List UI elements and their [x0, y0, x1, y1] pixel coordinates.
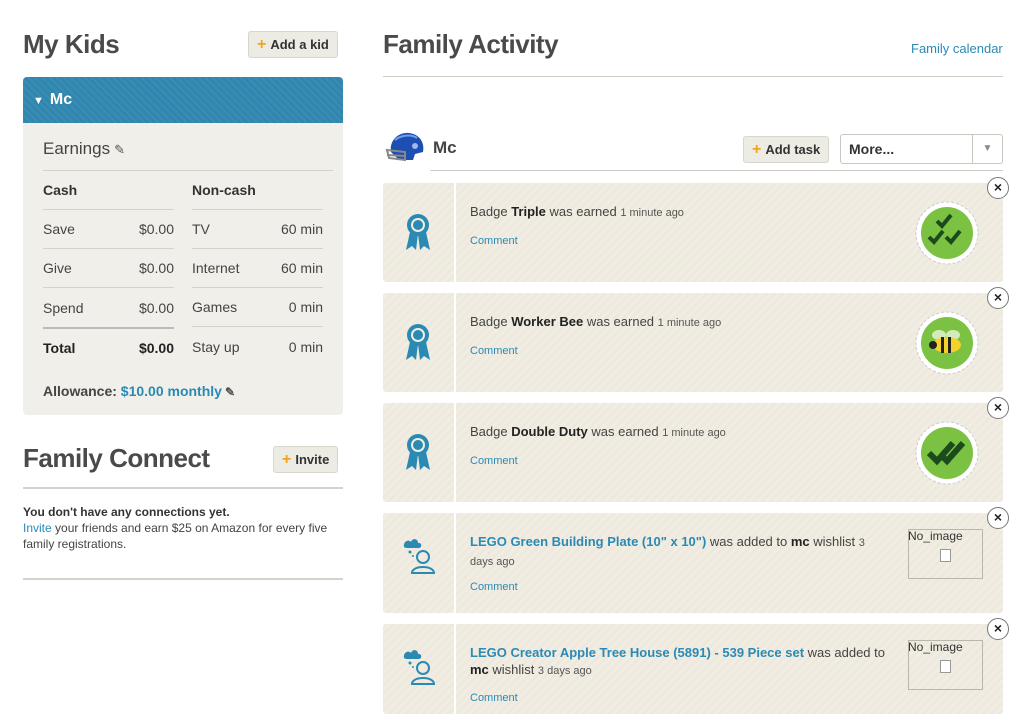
- comment-link[interactable]: Comment: [470, 455, 518, 467]
- triangle-down-icon: ▼: [33, 95, 44, 107]
- comment-link[interactable]: Comment: [470, 692, 518, 704]
- family-calendar-link[interactable]: Family calendar: [911, 41, 1003, 56]
- double-check-badge-icon: [915, 421, 979, 485]
- divider: [23, 578, 343, 580]
- cash-row-save: Save $0.00: [43, 210, 174, 249]
- ribbon-badge-icon: [406, 214, 430, 250]
- kid-panel: ▼ Mc Earnings ✎ Cash Save $0.00 Give $0.00 S…: [23, 77, 343, 415]
- noncash-table: Non-cash TV 60 min Internet 60 min Games 0 …: [192, 171, 323, 366]
- noncash-row-games: Games 0 min: [192, 288, 323, 327]
- plus-icon: +: [282, 451, 292, 468]
- cash-row-total: Total $0.00: [43, 327, 174, 366]
- close-icon[interactable]: ×: [987, 397, 1009, 419]
- more-select[interactable]: More... ▼: [840, 134, 1003, 164]
- noncash-row-stay-up: Stay up 0 min: [192, 338, 323, 355]
- cash-header: Cash: [43, 171, 174, 210]
- divider: [23, 487, 343, 489]
- my-kids-title: My Kids: [23, 29, 120, 59]
- activity-item: Badge Worker Bee was earned 1 minute ago…: [383, 287, 1009, 392]
- helmet-avatar-icon: [385, 132, 424, 162]
- invite-button[interactable]: + Invite: [273, 446, 339, 473]
- invite-link[interactable]: Invite: [23, 521, 52, 535]
- activity-text: LEGO Green Building Plate (10" x 10") wa…: [470, 534, 865, 568]
- noncash-header: Non-cash: [192, 171, 323, 210]
- divider: [430, 170, 1003, 171]
- cash-row-give: Give $0.00: [43, 249, 174, 288]
- pencil-icon[interactable]: ✎: [114, 142, 125, 157]
- cash-table: Cash Save $0.00 Give $0.00 Spend $0.00 Tota…: [43, 171, 174, 366]
- activity-item: Badge Triple was earned 1 minute ago Com…: [383, 177, 1009, 282]
- earnings-label: Earnings ✎: [43, 139, 126, 158]
- activity-item: Badge Double Duty was earned 1 minute ag…: [383, 397, 1009, 502]
- activity-text: LEGO Creator Apple Tree House (5891) - 5…: [470, 645, 885, 677]
- ribbon-badge-icon: [406, 324, 430, 360]
- wishlist-person-icon: [403, 650, 435, 685]
- product-link[interactable]: LEGO Green Building Plate (10" x 10"): [470, 534, 706, 549]
- activity-item: LEGO Creator Apple Tree House (5891) - 5…: [383, 618, 1009, 714]
- bee-badge-icon: [915, 311, 979, 375]
- plus-icon: +: [752, 141, 762, 158]
- triple-check-badge-icon: [915, 201, 979, 265]
- kid-header-name: Mc: [49, 91, 73, 108]
- noncash-row-internet: Internet 60 min: [192, 249, 323, 288]
- close-icon[interactable]: ×: [987, 177, 1009, 199]
- dropdown-arrow-icon[interactable]: ▼: [972, 135, 1002, 163]
- comment-link[interactable]: Comment: [470, 345, 518, 357]
- broken-image-icon: [940, 549, 951, 562]
- activity-kid-name: Mc: [433, 138, 457, 157]
- close-icon[interactable]: ×: [987, 287, 1009, 309]
- add-kid-button[interactable]: + Add a kid: [248, 31, 338, 58]
- product-image-placeholder: No_image: [908, 640, 983, 690]
- add-task-button[interactable]: + Add task: [743, 136, 830, 163]
- activity-text: Badge Triple was earned 1 minute ago: [470, 204, 684, 219]
- close-icon[interactable]: ×: [987, 618, 1009, 640]
- allowance-link[interactable]: $10.00 monthly: [121, 383, 222, 399]
- cash-row-spend: Spend $0.00: [43, 299, 174, 316]
- activity-item: LEGO Green Building Plate (10" x 10") wa…: [383, 507, 1009, 613]
- comment-link[interactable]: Comment: [470, 235, 518, 247]
- broken-image-icon: [940, 660, 951, 673]
- product-link[interactable]: LEGO Creator Apple Tree House (5891) - 5…: [470, 645, 804, 660]
- close-icon[interactable]: ×: [987, 507, 1009, 529]
- comment-link[interactable]: Comment: [470, 581, 518, 593]
- connect-message: You don't have any connections yet. Invi…: [23, 505, 328, 551]
- family-connect-title: Family Connect: [23, 443, 210, 473]
- activity-text: Badge Worker Bee was earned 1 minute ago: [470, 314, 722, 329]
- plus-icon: +: [257, 36, 267, 53]
- family-activity-title: Family Activity: [383, 29, 559, 59]
- product-image-placeholder: No_image: [908, 529, 983, 579]
- pencil-icon[interactable]: ✎: [225, 385, 235, 399]
- noncash-row-tv: TV 60 min: [192, 210, 323, 249]
- ribbon-badge-icon: [406, 434, 430, 470]
- wishlist-person-icon: [403, 539, 435, 574]
- divider: [383, 76, 1003, 77]
- activity-text: Badge Double Duty was earned 1 minute ag…: [470, 424, 726, 439]
- allowance: Allowance: $10.00 monthly ✎: [43, 383, 236, 399]
- kid-header[interactable]: ▼ Mc: [23, 77, 343, 123]
